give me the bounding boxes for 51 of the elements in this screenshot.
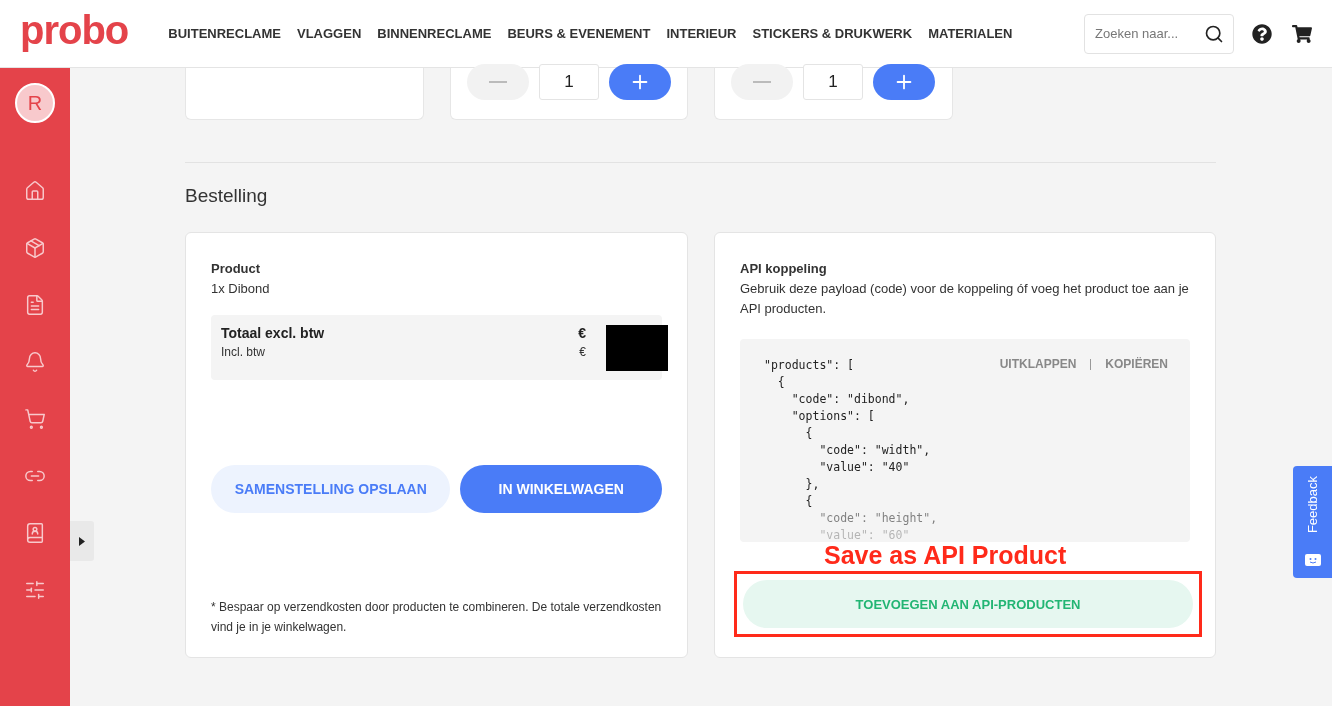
- smiley-icon: [1304, 554, 1321, 568]
- cart-icon[interactable]: [1292, 23, 1312, 44]
- search-icon[interactable]: [1204, 23, 1224, 44]
- code-line: "value": "60": [818, 527, 910, 542]
- code-line: },: [804, 476, 820, 493]
- box-icon[interactable]: [24, 237, 46, 259]
- minus-icon: [753, 80, 771, 83]
- footnote: * Bespaar op verzendkosten door producten te combineren. De totale verzendkosten vind je in je winkelwagen.: [211, 599, 662, 636]
- nav-link[interactable]: BEURS & EVENEMENT: [507, 26, 651, 41]
- product-label: Product: [211, 260, 262, 278]
- product-name: 1x Dibond: [211, 280, 271, 298]
- nav-link[interactable]: BINNENRECLAME: [377, 26, 492, 41]
- contact-book-icon[interactable]: [24, 522, 46, 544]
- bell-icon[interactable]: [24, 351, 46, 373]
- code-line: {: [804, 493, 813, 510]
- incl-vat-price: €: [579, 345, 586, 359]
- code-line: {: [776, 374, 785, 391]
- feedback-tab[interactable]: Feedback: [1293, 466, 1332, 578]
- sliders-icon[interactable]: [24, 579, 46, 601]
- total-price: €: [578, 325, 586, 341]
- code-line: "products": [: [764, 357, 854, 374]
- redaction-block: [606, 325, 668, 371]
- quantity-field[interactable]: 1: [803, 63, 863, 100]
- minus-icon: [489, 80, 507, 83]
- api-title: API koppeling: [740, 260, 828, 278]
- nav-link[interactable]: MATERIALEN: [928, 26, 1013, 41]
- logo[interactable]: probo: [20, 8, 129, 53]
- api-description: Gebruik deze payload (code) voor de koppeling óf voeg het product toe aan je API producten.: [740, 280, 1190, 318]
- code-line: "value": "40": [818, 459, 910, 476]
- home-icon[interactable]: [24, 180, 46, 202]
- code-line: "code": "height",: [818, 510, 938, 527]
- code-line: "options": [: [790, 408, 875, 425]
- add-to-cart-button[interactable]: IN WINKELWAGEN: [460, 465, 662, 513]
- help-icon[interactable]: [1252, 23, 1272, 44]
- document-icon[interactable]: [24, 294, 46, 316]
- total-label: Totaal excl. btw: [221, 325, 325, 341]
- quantity-field[interactable]: 1: [539, 63, 599, 100]
- nav-link[interactable]: VLAGGEN: [297, 26, 362, 41]
- increase-button[interactable]: [873, 63, 935, 100]
- search-field[interactable]: Zoeken naar...: [1084, 13, 1234, 54]
- code-line: "code": "width",: [818, 442, 931, 459]
- code-line: "code": "dibond",: [790, 391, 910, 408]
- nav-link[interactable]: INTERIEUR: [666, 26, 737, 41]
- expand-handle[interactable]: [70, 521, 94, 561]
- code-line: {: [804, 425, 813, 442]
- nav-link[interactable]: BUITENRECLAME: [168, 26, 281, 41]
- incl-vat-label: Incl. btw: [221, 345, 265, 359]
- section-title: Bestelling: [185, 185, 269, 207]
- nav-link[interactable]: STICKERS & DRUKWERK: [752, 26, 913, 41]
- annotation-text: Save as API Product: [824, 540, 1068, 570]
- increase-button[interactable]: [609, 63, 671, 100]
